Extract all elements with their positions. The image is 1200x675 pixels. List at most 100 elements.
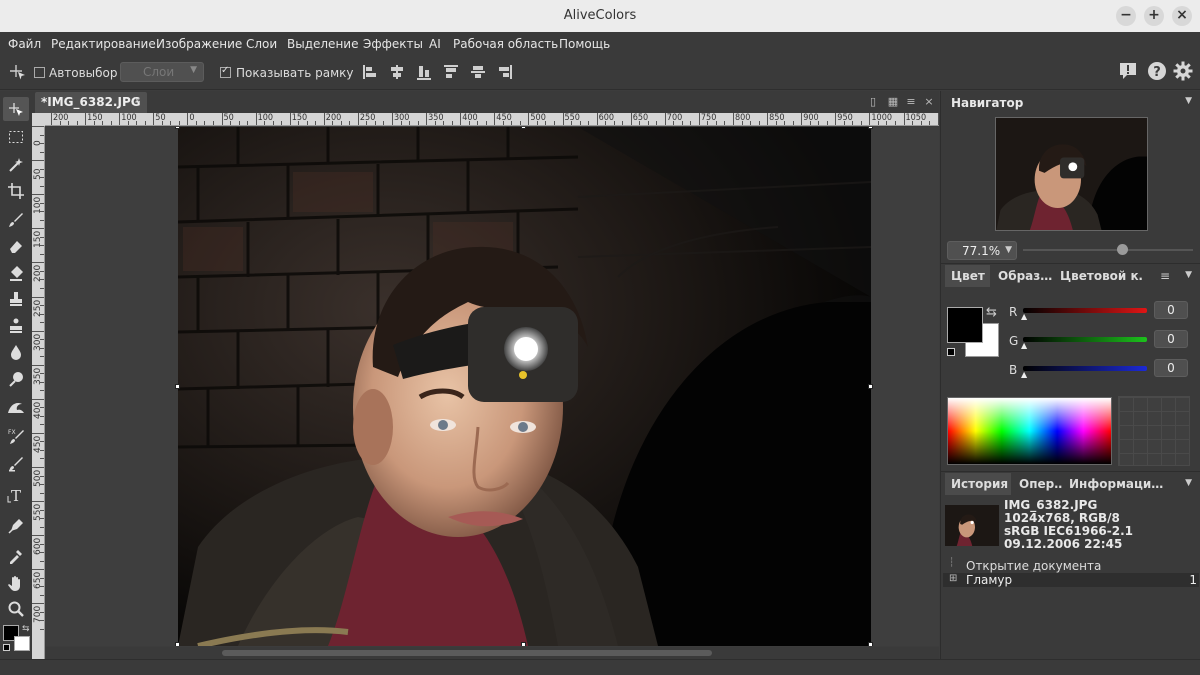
channel-r-value[interactable]: 0 — [1154, 301, 1188, 319]
channel-b-marker[interactable]: ▲ — [1021, 370, 1027, 379]
ruler-tick — [32, 432, 44, 434]
tab-swatches[interactable]: Образ… — [992, 265, 1052, 287]
navigator-menu-icon[interactable]: ▼ — [1185, 96, 1192, 106]
tab-info[interactable]: Информаци… — [1063, 473, 1163, 495]
canvas-view[interactable] — [46, 127, 939, 646]
menu-workspace[interactable]: Рабочая область — [453, 37, 558, 51]
brush-tool-button[interactable] — [3, 208, 29, 232]
text-tool-button[interactable]: T — [3, 483, 29, 507]
tile-view-icon[interactable]: ▦ — [887, 96, 899, 108]
background-color-swatch[interactable] — [14, 636, 30, 651]
align-right-icon[interactable] — [497, 64, 513, 80]
layer-select[interactable]: Слои ▼ — [120, 62, 204, 82]
menu-effects[interactable]: Эффекты — [363, 37, 423, 51]
smudge-tool-button[interactable] — [3, 395, 29, 419]
transform-handle-mr[interactable] — [868, 384, 873, 389]
hand-tool-button[interactable] — [3, 571, 29, 595]
reset-colors-icon[interactable] — [3, 644, 10, 651]
move-tool-button[interactable] — [3, 97, 29, 121]
menu-layers[interactable]: Слои — [246, 37, 277, 51]
recent-colors-grid[interactable] — [1118, 396, 1190, 466]
show-frame-checkbox[interactable] — [220, 65, 231, 78]
foreground-color-chip[interactable] — [947, 307, 983, 343]
align-top-icon[interactable] — [443, 64, 459, 80]
clone-stamp-tool-button[interactable] — [3, 287, 29, 311]
menu-file[interactable]: Файл — [8, 37, 41, 51]
zoom-slider-thumb[interactable] — [1116, 244, 1128, 255]
channel-g-marker[interactable]: ▲ — [1021, 341, 1027, 350]
autoselect-checkbox[interactable] — [34, 67, 45, 78]
horizontal-scrollbar-thumb[interactable] — [222, 650, 712, 656]
blur-tool-button[interactable] — [3, 340, 29, 364]
align-center-h-icon[interactable] — [389, 64, 405, 80]
minimize-button[interactable]: − — [1116, 6, 1136, 26]
menu-edit[interactable]: Редактирование — [51, 37, 156, 51]
eraser-tool-button[interactable] — [3, 234, 29, 258]
tab-color-wheel[interactable]: Цветовой к… — [1054, 265, 1142, 287]
menu-ai[interactable]: AI — [429, 37, 441, 51]
channel-b-value[interactable]: 0 — [1154, 359, 1188, 377]
channel-g-slider[interactable] — [1023, 337, 1147, 342]
channel-r-marker[interactable]: ▲ — [1021, 312, 1027, 321]
transform-handle-tr[interactable] — [868, 127, 873, 129]
expand-icon[interactable]: ⊞ — [949, 573, 957, 584]
retouch-tool-button[interactable] — [3, 452, 29, 476]
channel-r-slider[interactable] — [1023, 308, 1147, 313]
document-info-icon[interactable]: ▯ — [867, 96, 879, 108]
menu-help[interactable]: Помощь — [559, 37, 610, 51]
ruler-label: 750 — [700, 113, 717, 123]
horizontal-scrollbar[interactable] — [46, 647, 939, 659]
transform-handle-bc[interactable] — [521, 642, 526, 646]
close-document-icon[interactable]: × — [923, 96, 935, 108]
menu-select[interactable]: Выделение — [287, 37, 358, 51]
retouch-brush-icon — [9, 457, 23, 472]
help-icon[interactable]: ? — [1147, 61, 1167, 81]
crop-tool-button[interactable] — [3, 179, 29, 203]
align-bottom-icon[interactable] — [416, 64, 432, 80]
ruler-minor-tick — [860, 121, 862, 125]
magic-wand-tool-button[interactable] — [3, 153, 29, 177]
feedback-icon[interactable] — [1118, 61, 1138, 81]
tab-operations[interactable]: Опер… — [1013, 473, 1063, 495]
history-item[interactable]: ┆ Открытие документа — [945, 558, 1197, 573]
fill-tool-button[interactable] — [3, 261, 29, 285]
transform-handle-br[interactable] — [868, 642, 873, 646]
color-spectrum[interactable] — [947, 397, 1112, 465]
tab-history[interactable]: История — [945, 473, 1011, 495]
healing-tool-button[interactable] — [3, 314, 29, 338]
fx-brush-tool-button[interactable]: FX — [3, 424, 29, 448]
align-center-v-icon[interactable] — [470, 64, 486, 80]
transform-handle-tl[interactable] — [175, 127, 180, 129]
swap-colors-icon[interactable]: ⇆ — [22, 624, 30, 634]
navigator-preview[interactable] — [995, 117, 1148, 231]
panel-menu-icon[interactable]: ≡ — [1160, 269, 1170, 283]
transform-handle-ml[interactable] — [175, 384, 180, 389]
transform-handle-tc[interactable] — [521, 127, 526, 129]
photo-image[interactable] — [178, 127, 871, 646]
zoom-tool-button[interactable] — [3, 597, 29, 621]
rect-select-tool-button[interactable] — [3, 125, 29, 149]
eyedropper-tool-button[interactable] — [3, 544, 29, 568]
maximize-button[interactable]: + — [1144, 6, 1164, 26]
panel-collapse-icon[interactable]: ▼ — [1185, 478, 1192, 488]
channel-g-value[interactable]: 0 — [1154, 330, 1188, 348]
pen-tool-button[interactable] — [3, 514, 29, 538]
close-button[interactable]: × — [1172, 6, 1192, 26]
default-colors-icon[interactable] — [947, 348, 955, 356]
dodge-tool-button[interactable] — [3, 367, 29, 391]
ruler-tick — [255, 113, 257, 125]
swap-colors-icon[interactable]: ⇆ — [986, 305, 997, 320]
zoom-combo[interactable]: 77.1% ▼ — [947, 241, 1017, 260]
document-tab[interactable]: *IMG_6382.JPG × — [35, 92, 147, 113]
panel-collapse-icon[interactable]: ▼ — [1185, 270, 1192, 280]
settings-gear-icon[interactable] — [1173, 61, 1193, 81]
channel-b-slider[interactable] — [1023, 366, 1147, 371]
tab-menu-icon[interactable]: ≡ — [905, 96, 917, 108]
close-tab-icon[interactable]: × — [133, 96, 141, 106]
history-item-selected[interactable]: ⊞ Гламур 1 — [943, 573, 1199, 587]
align-left-icon[interactable] — [362, 64, 378, 80]
menu-image[interactable]: Изображение — [156, 37, 242, 51]
transform-handle-bl[interactable] — [175, 642, 180, 646]
zoom-slider-track[interactable] — [1023, 249, 1193, 251]
tab-color[interactable]: Цвет — [945, 265, 990, 287]
